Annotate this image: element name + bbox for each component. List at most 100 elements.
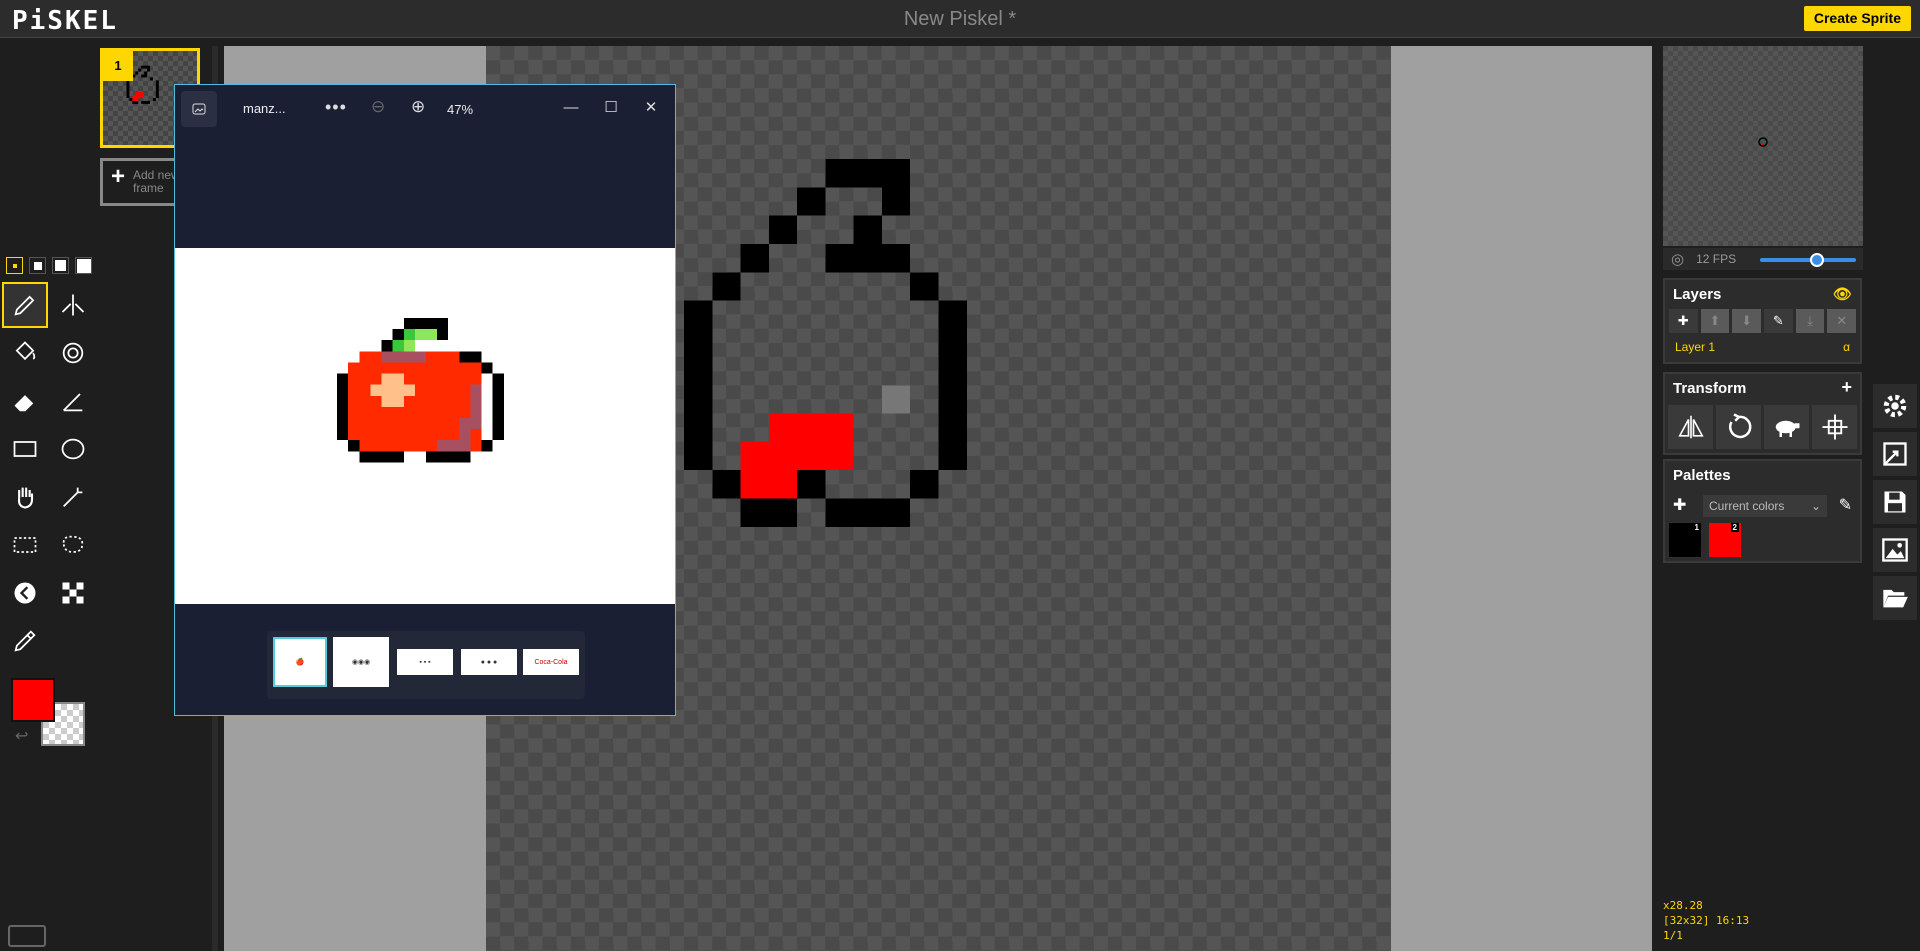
pen-size-4[interactable]	[75, 257, 92, 274]
minimize-icon[interactable]: —	[556, 93, 586, 123]
target-bucket-icon	[62, 342, 84, 364]
thumbnail-burger-logos[interactable]: ◉◉◉	[333, 637, 389, 687]
onion-skin-icon[interactable]: ◎	[1671, 250, 1684, 268]
rectangle-tool[interactable]	[2, 426, 48, 472]
save-button[interactable]	[1873, 480, 1917, 524]
edit-layer-button[interactable]: ✎	[1764, 309, 1793, 333]
zoom-out-icon[interactable]: ⊖	[371, 97, 385, 117]
delete-layer-button[interactable]: ✕	[1827, 309, 1857, 333]
palette-swatch-black[interactable]: 1	[1669, 523, 1701, 557]
circle-tool[interactable]	[50, 426, 96, 472]
pen-size-selector	[6, 257, 92, 274]
photo-viewer-window[interactable]: manz... ••• ⊖ ⊕ 47% — ☐ ✕ 🍎 ◉◉◉ ▪ ▪ ▪ ● …	[174, 84, 676, 716]
edit-palette-icon[interactable]: ✎	[1839, 495, 1852, 515]
add-palette-icon[interactable]: ✚	[1673, 495, 1686, 515]
maximize-icon[interactable]: ☐	[596, 93, 626, 123]
add-layer-button[interactable]: ✚	[1669, 309, 1698, 333]
plus-icon: +	[111, 163, 126, 190]
thumbnail-apple[interactable]: 🍎	[273, 637, 327, 687]
dithering-tool[interactable]	[50, 570, 96, 616]
vertical-mirror-pen-tool[interactable]	[50, 282, 96, 328]
color-selector: ↩	[11, 678, 91, 748]
layer-alpha[interactable]: α	[1843, 337, 1850, 357]
pen-tool[interactable]	[2, 282, 48, 328]
clone-button[interactable]	[1764, 405, 1809, 449]
viewer-file-name: manz...	[243, 101, 286, 116]
image-icon	[1882, 538, 1908, 562]
fps-control: ◎ 12 FPS	[1663, 248, 1863, 270]
close-icon[interactable]: ✕	[636, 93, 666, 123]
fps-slider-knob[interactable]	[1810, 253, 1824, 267]
gear-icon	[1883, 394, 1907, 418]
swap-colors-icon[interactable]: ↩	[15, 726, 28, 746]
create-sprite-button[interactable]: Create Sprite	[1803, 6, 1911, 31]
photos-app-icon[interactable]	[181, 91, 217, 127]
eye-icon[interactable]: 👁	[1833, 285, 1852, 303]
resize-icon	[1883, 442, 1907, 466]
magic-wand-icon	[63, 487, 83, 507]
canvas-size-info: [32x32] 16:13	[1663, 914, 1750, 927]
sprite-title[interactable]: New Piskel *	[0, 8, 1920, 31]
viewer-filmstrip: 🍎 ◉◉◉ ▪ ▪ ▪ ● ● ● Coca-Cola	[267, 631, 585, 699]
thumbnail-social-logos[interactable]: ● ● ●	[461, 649, 517, 675]
plus-icon[interactable]: +	[1841, 377, 1852, 398]
shape-selection-tool[interactable]	[50, 474, 96, 520]
tool-palette	[2, 282, 96, 664]
chevron-down-icon: ⌄	[1810, 499, 1821, 513]
pen-size-1[interactable]	[6, 257, 23, 274]
palette-select[interactable]: Current colors ⌄	[1703, 495, 1827, 517]
resize-button[interactable]	[1873, 432, 1917, 476]
transform-panel: Transform +	[1663, 372, 1862, 455]
viewer-image[interactable]	[175, 248, 675, 604]
pen-size-2[interactable]	[29, 257, 46, 274]
zoom-in-icon[interactable]: ⊕	[411, 97, 425, 117]
paint-bucket-tool[interactable]	[2, 330, 48, 376]
transform-title-text: Transform	[1673, 380, 1747, 397]
more-options-icon[interactable]: •••	[325, 97, 347, 118]
color-picker-tool[interactable]	[2, 618, 48, 664]
move-layer-down-button[interactable]: ⬇	[1732, 309, 1762, 333]
lasso-selection-tool[interactable]	[50, 522, 96, 568]
eraser-icon	[14, 395, 34, 412]
layer-name: Layer 1	[1675, 340, 1716, 354]
swatch-index: 1	[1694, 523, 1699, 532]
lighten-tool[interactable]	[2, 570, 48, 616]
cursor-coordinates: x28.28	[1663, 899, 1703, 912]
align-center-icon	[1822, 414, 1847, 440]
merge-layer-button[interactable]: ⤓	[1795, 309, 1825, 333]
move-tool[interactable]	[2, 474, 48, 520]
preview-sprite	[1758, 137, 1768, 147]
checker-icon	[62, 582, 84, 604]
layer-item[interactable]: Layer 1 α	[1669, 337, 1856, 357]
stroke-tool[interactable]	[50, 378, 96, 424]
flip-icon	[1677, 415, 1704, 439]
move-layer-up-button[interactable]: ⬆	[1700, 309, 1730, 333]
settings-button[interactable]	[1873, 384, 1917, 428]
rotate-icon	[1728, 413, 1751, 439]
eraser-tool[interactable]	[2, 378, 48, 424]
transform-buttons	[1665, 403, 1860, 453]
viewer-titlebar: manz... ••• ⊖ ⊕ 47% — ☐ ✕	[175, 85, 675, 133]
palettes-title: Palettes	[1673, 467, 1731, 484]
primary-color-swatch[interactable]	[11, 678, 55, 722]
layers-title-text: Layers	[1673, 286, 1722, 303]
rotate-button[interactable]	[1716, 405, 1761, 449]
paint-all-same-color-tool[interactable]	[50, 330, 96, 376]
layers-panel: Layers 👁 ✚ ⬆ ⬇ ✎ ⤓ ✕ Layer 1 α	[1663, 278, 1862, 364]
export-button[interactable]	[1873, 528, 1917, 572]
keyboard-shortcuts-icon[interactable]	[8, 925, 46, 947]
center-button[interactable]	[1812, 405, 1857, 449]
open-button[interactable]	[1873, 576, 1917, 620]
flip-button[interactable]	[1668, 405, 1713, 449]
bucket-icon	[15, 341, 36, 361]
animation-preview[interactable]	[1663, 46, 1863, 246]
save-icon	[1884, 491, 1906, 513]
fps-slider[interactable]	[1760, 253, 1856, 267]
thumbnail-coca-cola-disney[interactable]: Coca-Cola	[523, 649, 579, 675]
palette-swatch-red[interactable]: 2	[1709, 523, 1741, 557]
pen-size-3[interactable]	[52, 257, 69, 274]
rectangle-selection-tool[interactable]	[2, 522, 48, 568]
frame-index: 1	[103, 51, 133, 81]
thumbnail-brand-logos[interactable]: ▪ ▪ ▪	[397, 649, 453, 675]
rect-select-icon	[13, 537, 37, 553]
